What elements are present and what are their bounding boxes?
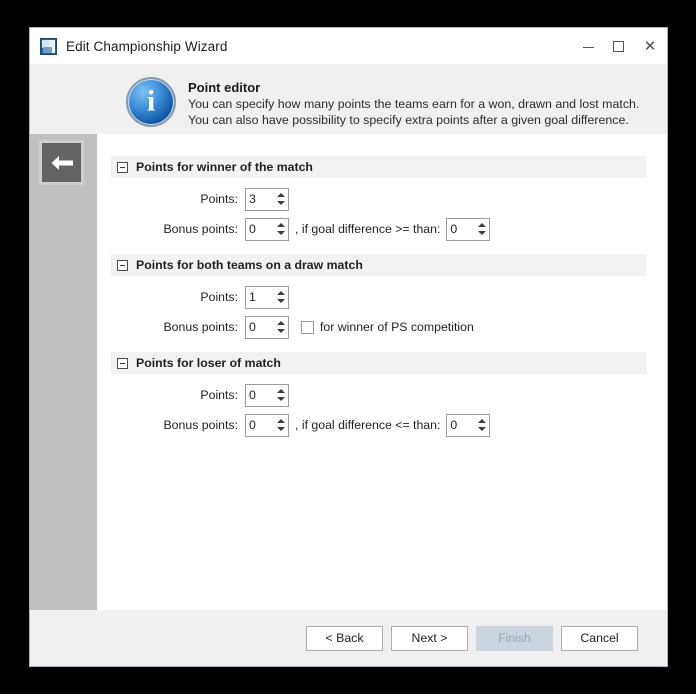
winner-bonus-stepper[interactable]: 0 (245, 217, 289, 241)
winner-condition-text: , if goal difference >= than: (295, 222, 441, 236)
winner-bonus-spin-buttons[interactable] (273, 219, 288, 240)
draw-points-label: Points: (200, 290, 238, 304)
spinner-up-icon[interactable] (477, 419, 486, 423)
loser-condition-text: , if goal difference <= than: (295, 418, 441, 432)
loser-points-value[interactable]: 0 (246, 385, 273, 406)
application-icon (40, 37, 57, 55)
winner-bonus-label: Bonus points: (163, 222, 238, 236)
finish-button: Finish (476, 625, 553, 651)
loser-goal-difference-value[interactable]: 0 (447, 415, 474, 436)
maximize-icon (612, 40, 624, 52)
winner-points-value[interactable]: 3 (246, 189, 273, 210)
draw-bonus-label: Bonus points: (163, 320, 238, 334)
ps-competition-label: for winner of PS competition (320, 320, 474, 334)
group-title-loser: Points for loser of match (136, 356, 281, 370)
spinner-up-icon[interactable] (276, 193, 285, 197)
wizard-window: Edit Championship Wizard ✕ Point editor … (29, 27, 668, 667)
loser-goal-difference-stepper[interactable]: 0 (446, 413, 491, 437)
collapse-minus-icon[interactable] (117, 161, 128, 173)
loser-bonus-label: Bonus points: (163, 418, 238, 432)
group-body-loser: Points: 0 Bonus points: 0 , if goal diff… (111, 374, 647, 450)
back-arrow-icon (51, 155, 73, 170)
spinner-up-icon[interactable] (276, 223, 285, 227)
wizard-footer: < Back Next > Finish Cancel (30, 610, 667, 666)
loser-bonus-stepper[interactable]: 0 (245, 413, 289, 437)
spinner-up-icon[interactable] (477, 223, 486, 227)
draw-bonus-row: Bonus points: 0 for winner of PS competi… (111, 314, 647, 340)
draw-bonus-spin-buttons[interactable] (273, 317, 288, 338)
winner-points-stepper[interactable]: 3 (245, 187, 289, 211)
group-header-loser[interactable]: Points for loser of match (111, 352, 647, 374)
next-button[interactable]: Next > (391, 625, 468, 651)
spinner-down-icon[interactable] (276, 397, 285, 401)
spinner-up-icon[interactable] (276, 291, 285, 295)
group-header-winner[interactable]: Points for winner of the match (111, 156, 647, 178)
cancel-button[interactable]: Cancel (561, 625, 638, 651)
winner-goal-difference-stepper[interactable]: 0 (446, 217, 491, 241)
group-body-draw: Points: 1 Bonus points: 0 for winner of … (111, 276, 647, 352)
draw-points-row: Points: 1 (111, 284, 647, 310)
winner-bonus-row: Bonus points: 0 , if goal difference >= … (111, 216, 647, 242)
loser-points-label: Points: (200, 388, 238, 402)
wizard-content: Points for winner of the match Points: 3 (97, 134, 667, 610)
window-title: Edit Championship Wizard (66, 38, 228, 54)
collapse-minus-icon[interactable] (117, 357, 128, 369)
spinner-down-icon[interactable] (276, 231, 285, 235)
spinner-up-icon[interactable] (276, 389, 285, 393)
ps-competition-checkbox-wrap[interactable]: for winner of PS competition (301, 320, 474, 334)
close-icon: ✕ (643, 37, 657, 55)
spinner-down-icon[interactable] (276, 201, 285, 205)
loser-bonus-value[interactable]: 0 (246, 415, 273, 436)
wizard-header: Point editor You can specify how many po… (30, 64, 667, 134)
page-description: You can specify how many points the team… (188, 97, 640, 127)
group-winner: Points for winner of the match Points: 3 (111, 156, 647, 254)
wizard-sidebar (30, 134, 97, 610)
maximize-button[interactable] (603, 28, 633, 64)
collapse-minus-icon[interactable] (117, 259, 128, 271)
ps-competition-checkbox[interactable] (301, 320, 314, 334)
group-title-winner: Points for winner of the match (136, 160, 313, 174)
back-navigation-button[interactable] (39, 140, 84, 185)
group-loser: Points for loser of match Points: 0 Bonu… (111, 352, 647, 450)
header-text-block: Point editor You can specify how many po… (188, 72, 663, 128)
group-body-winner: Points: 3 Bonus points: 0 , if goal diff… (111, 178, 647, 254)
winner-points-row: Points: 3 (111, 186, 647, 212)
close-button[interactable]: ✕ (633, 28, 667, 64)
loser-bonus-spin-buttons[interactable] (273, 415, 288, 436)
spinner-down-icon[interactable] (276, 299, 285, 303)
wizard-body: Points for winner of the match Points: 3 (30, 134, 667, 610)
back-button[interactable]: < Back (306, 625, 383, 651)
loser-points-stepper[interactable]: 0 (245, 383, 289, 407)
spinner-down-icon[interactable] (276, 427, 285, 431)
winner-bonus-value[interactable]: 0 (246, 219, 273, 240)
draw-points-value[interactable]: 1 (246, 287, 273, 308)
spinner-down-icon[interactable] (276, 329, 285, 333)
minimize-icon (582, 46, 594, 48)
draw-points-stepper[interactable]: 1 (245, 285, 289, 309)
minimize-button[interactable] (573, 28, 603, 64)
winner-points-spin-buttons[interactable] (273, 189, 288, 210)
spinner-down-icon[interactable] (477, 427, 486, 431)
winner-goal-difference-spin-buttons[interactable] (474, 219, 489, 240)
loser-goal-difference-spin-buttons[interactable] (474, 415, 489, 436)
draw-bonus-stepper[interactable]: 0 (245, 315, 289, 339)
spinner-down-icon[interactable] (477, 231, 486, 235)
winner-points-label: Points: (200, 192, 238, 206)
draw-points-spin-buttons[interactable] (273, 287, 288, 308)
loser-points-spin-buttons[interactable] (273, 385, 288, 406)
winner-goal-difference-value[interactable]: 0 (447, 219, 474, 240)
info-icon (126, 77, 176, 127)
title-bar: Edit Championship Wizard ✕ (30, 28, 667, 64)
group-draw: Points for both teams on a draw match Po… (111, 254, 647, 352)
draw-bonus-value[interactable]: 0 (246, 317, 273, 338)
spinner-up-icon[interactable] (276, 419, 285, 423)
group-title-draw: Points for both teams on a draw match (136, 258, 363, 272)
spinner-up-icon[interactable] (276, 321, 285, 325)
window-controls: ✕ (573, 28, 667, 64)
page-title: Point editor (188, 80, 261, 95)
loser-bonus-row: Bonus points: 0 , if goal difference <= … (111, 412, 647, 438)
loser-points-row: Points: 0 (111, 382, 647, 408)
group-header-draw[interactable]: Points for both teams on a draw match (111, 254, 647, 276)
